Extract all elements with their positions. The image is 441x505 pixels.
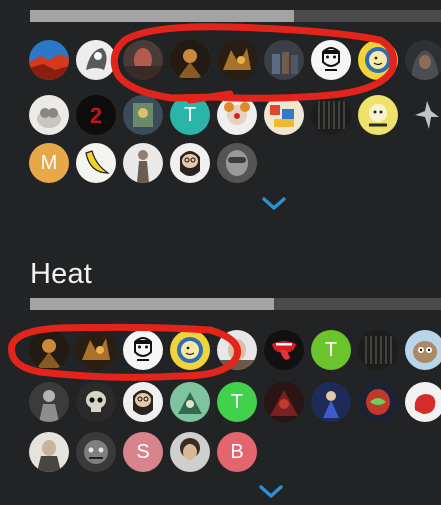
section-1-progress-track bbox=[30, 10, 441, 22]
avatar-hooded-figure[interactable] bbox=[405, 40, 441, 80]
avatar-red-number-two[interactable]: 2 bbox=[76, 95, 116, 135]
section-1-progress-fill bbox=[30, 10, 294, 22]
avatar-golden-warrior[interactable] bbox=[217, 40, 257, 80]
avatar-bearded-man-2[interactable] bbox=[123, 382, 163, 422]
avatar-skull[interactable] bbox=[76, 382, 116, 422]
avatar-statue[interactable] bbox=[123, 143, 163, 183]
avatar-cartoon-sloth[interactable] bbox=[405, 330, 441, 370]
chevron-down-icon bbox=[259, 485, 283, 498]
avatar-golden-warrior-2[interactable] bbox=[76, 330, 116, 370]
section-1-expand-chevron[interactable] bbox=[261, 196, 287, 212]
avatar-yellow-comic[interactable] bbox=[358, 95, 398, 135]
avatar-letter-b: B bbox=[230, 441, 244, 463]
avatar-group-photo[interactable] bbox=[264, 40, 304, 80]
section-2-expand-chevron[interactable] bbox=[258, 484, 284, 500]
avatar-man-pipe-2[interactable] bbox=[123, 330, 163, 370]
avatar-red-hair-portrait[interactable] bbox=[123, 40, 163, 80]
avatar-letter-s: S bbox=[136, 441, 150, 463]
avatar-samus-helmet[interactable] bbox=[358, 382, 398, 422]
avatar-colorful-art[interactable] bbox=[264, 95, 304, 135]
section-2-progress-fill bbox=[30, 298, 274, 310]
chevron-down-icon bbox=[262, 197, 286, 210]
svg-text:2: 2 bbox=[90, 103, 102, 128]
section-2-heading: Heat bbox=[30, 258, 93, 290]
avatar-vault-boy[interactable] bbox=[358, 40, 398, 80]
avatar-curly-hair-portrait[interactable] bbox=[170, 432, 210, 472]
avatar-grey-figure[interactable] bbox=[29, 382, 69, 422]
avatar-letter-t-green: T bbox=[324, 339, 338, 361]
avatar-pink-letter-s[interactable]: S bbox=[123, 432, 163, 472]
avatar-warrior-dark-2[interactable] bbox=[29, 330, 69, 370]
avatar-cat-photo[interactable] bbox=[29, 95, 69, 135]
avatar-bright-green-letter-t[interactable]: T bbox=[217, 382, 257, 422]
avatar-green-letter-t[interactable]: T bbox=[311, 330, 351, 370]
avatar-letter-t-teal: T bbox=[183, 104, 197, 126]
avatar-rose-letter-b[interactable]: B bbox=[217, 432, 257, 472]
avatar-teal-letter-t[interactable]: T bbox=[170, 95, 210, 135]
avatar-blue-dancer[interactable] bbox=[311, 382, 351, 422]
avatar-old-portrait[interactable] bbox=[29, 432, 69, 472]
avatar-dark-stripes[interactable] bbox=[311, 95, 351, 135]
avatar-red-hot-album[interactable] bbox=[29, 40, 69, 80]
avatar-white-sketch[interactable] bbox=[76, 40, 116, 80]
avatar-vault-boy-2[interactable] bbox=[170, 330, 210, 370]
avatar-dark-red-art[interactable] bbox=[264, 382, 304, 422]
avatar-orange-letter-m[interactable]: M bbox=[29, 143, 69, 183]
avatar-dark-stripes-2[interactable] bbox=[358, 330, 398, 370]
section-2-progress-track bbox=[30, 298, 441, 310]
avatar-figure-silhouette[interactable] bbox=[405, 95, 441, 135]
avatar-bearded-man[interactable] bbox=[170, 143, 210, 183]
avatar-man-pipe[interactable] bbox=[311, 40, 351, 80]
avatar-monster-creature[interactable] bbox=[76, 432, 116, 472]
avatar-pale-portrait[interactable] bbox=[217, 330, 257, 370]
avatar-letter-t-bright-green: T bbox=[230, 391, 244, 413]
avatar-album-art[interactable] bbox=[123, 95, 163, 135]
avatar-rolling-stones-tongue[interactable] bbox=[264, 330, 304, 370]
avatar-clown[interactable] bbox=[217, 95, 257, 135]
avatar-banana[interactable] bbox=[76, 143, 116, 183]
avatar-warrior-dark[interactable] bbox=[170, 40, 210, 80]
avatar-letter-m: M bbox=[40, 152, 58, 174]
avatar-pilot[interactable] bbox=[217, 143, 257, 183]
avatar-green-character[interactable] bbox=[170, 382, 210, 422]
avatar-red-glove[interactable] bbox=[405, 382, 441, 422]
